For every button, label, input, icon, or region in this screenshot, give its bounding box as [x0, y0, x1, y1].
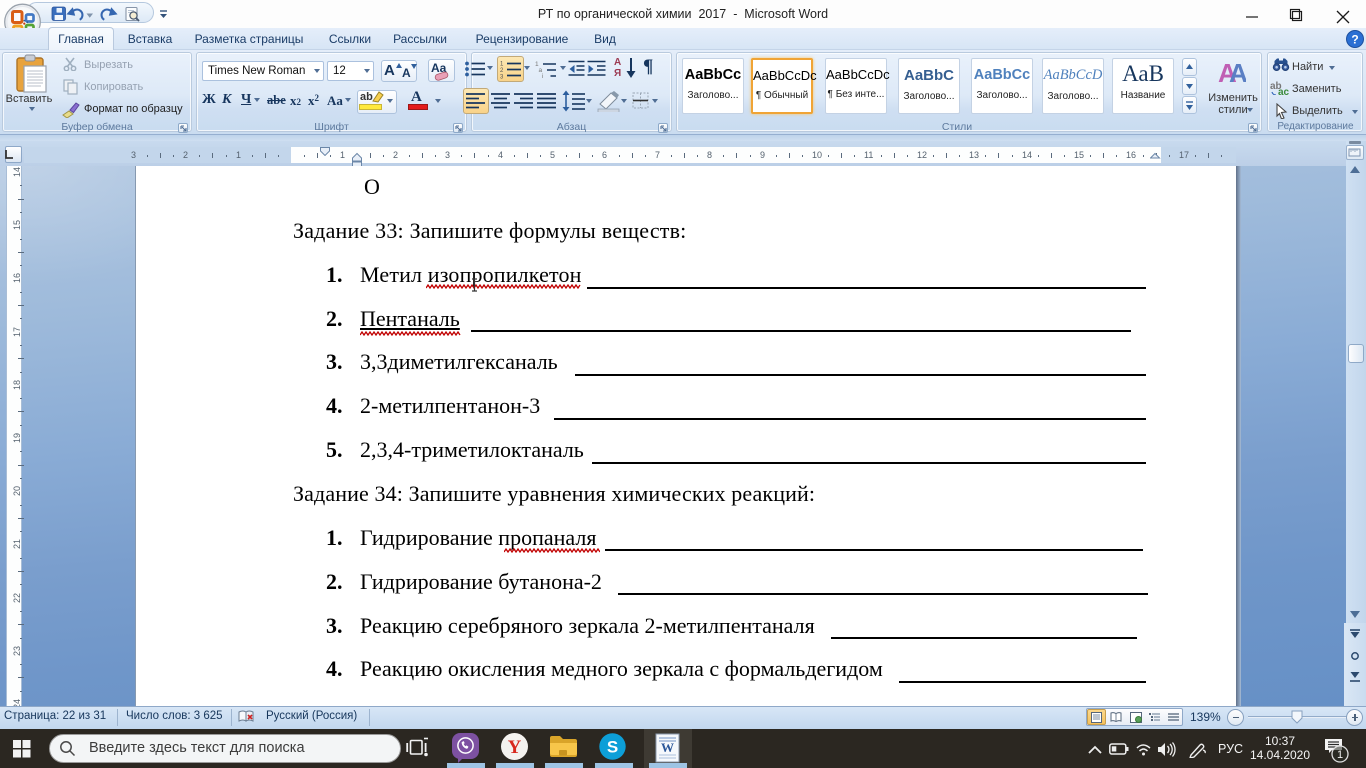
svg-text:W: W — [661, 740, 674, 755]
svg-text:S: S — [607, 738, 618, 757]
svg-text:Y: Y — [508, 737, 522, 758]
svg-text:1: 1 — [1337, 749, 1343, 761]
